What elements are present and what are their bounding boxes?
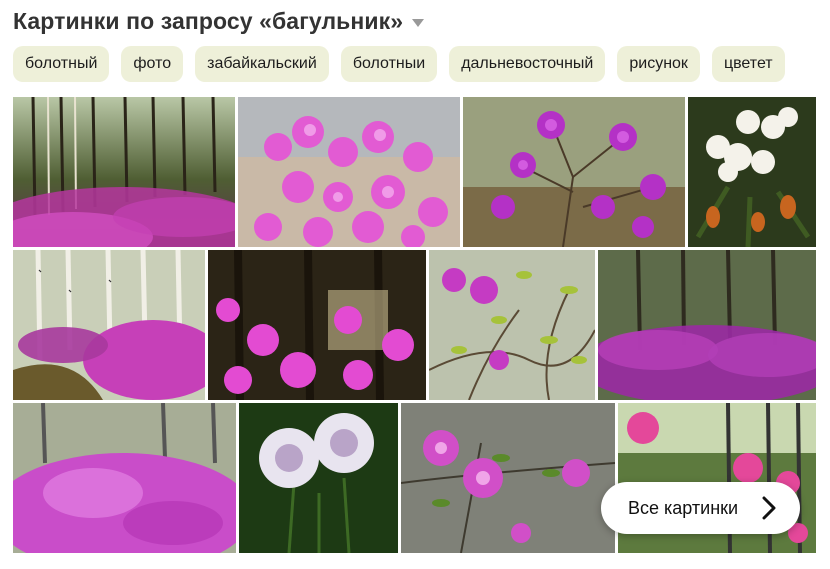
chip-foto[interactable]: фото xyxy=(121,46,184,82)
image-thumbnail[interactable] xyxy=(598,250,816,400)
birch-forest-photo xyxy=(13,250,205,400)
chevron-right-icon xyxy=(762,496,776,520)
refinement-chips: болотный фото забайкальский болотныи дал… xyxy=(13,46,785,82)
image-thumbnail[interactable] xyxy=(13,403,236,553)
flower-branch-photo xyxy=(463,97,685,247)
image-thumbnail[interactable] xyxy=(13,97,235,247)
chip-risunok[interactable]: рисунок xyxy=(617,46,700,82)
image-thumbnail[interactable] xyxy=(239,403,398,553)
flower-closeup-photo xyxy=(238,97,460,247)
image-thumbnail[interactable] xyxy=(429,250,595,400)
forest-undergrowth-photo xyxy=(598,250,816,400)
caret-down-icon[interactable] xyxy=(412,19,425,27)
image-thumbnail[interactable] xyxy=(688,97,816,247)
chip-bolotnyi[interactable]: болотныи xyxy=(340,46,438,82)
pink-flowers-grey-photo xyxy=(401,403,615,553)
white-flower-photo xyxy=(688,97,816,247)
dark-forest-flowers-photo xyxy=(208,250,426,400)
chip-dalnevostochny[interactable]: дальневосточный xyxy=(449,46,606,82)
chip-tsvetet[interactable]: цветет xyxy=(711,46,785,82)
forest-photo xyxy=(13,97,235,247)
image-thumbnail[interactable] xyxy=(13,250,205,400)
image-thumbnail[interactable] xyxy=(238,97,460,247)
branch-leaves-photo xyxy=(429,250,595,400)
all-images-button[interactable]: Все картинки xyxy=(601,482,800,534)
image-thumbnail[interactable] xyxy=(208,250,426,400)
chip-bolotny[interactable]: болотный xyxy=(13,46,110,82)
all-images-label: Все картинки xyxy=(628,497,739,518)
page-title: Картинки по запросу «багульник» xyxy=(13,7,404,34)
image-thumbnail[interactable] xyxy=(463,97,685,247)
chip-zabaikalsky[interactable]: забайкальский xyxy=(195,46,329,82)
white-cluster-photo xyxy=(239,403,398,553)
image-thumbnail[interactable] xyxy=(401,403,615,553)
search-header: Картинки по запросу «багульник» xyxy=(13,6,425,36)
flower-bush-photo xyxy=(13,403,236,553)
